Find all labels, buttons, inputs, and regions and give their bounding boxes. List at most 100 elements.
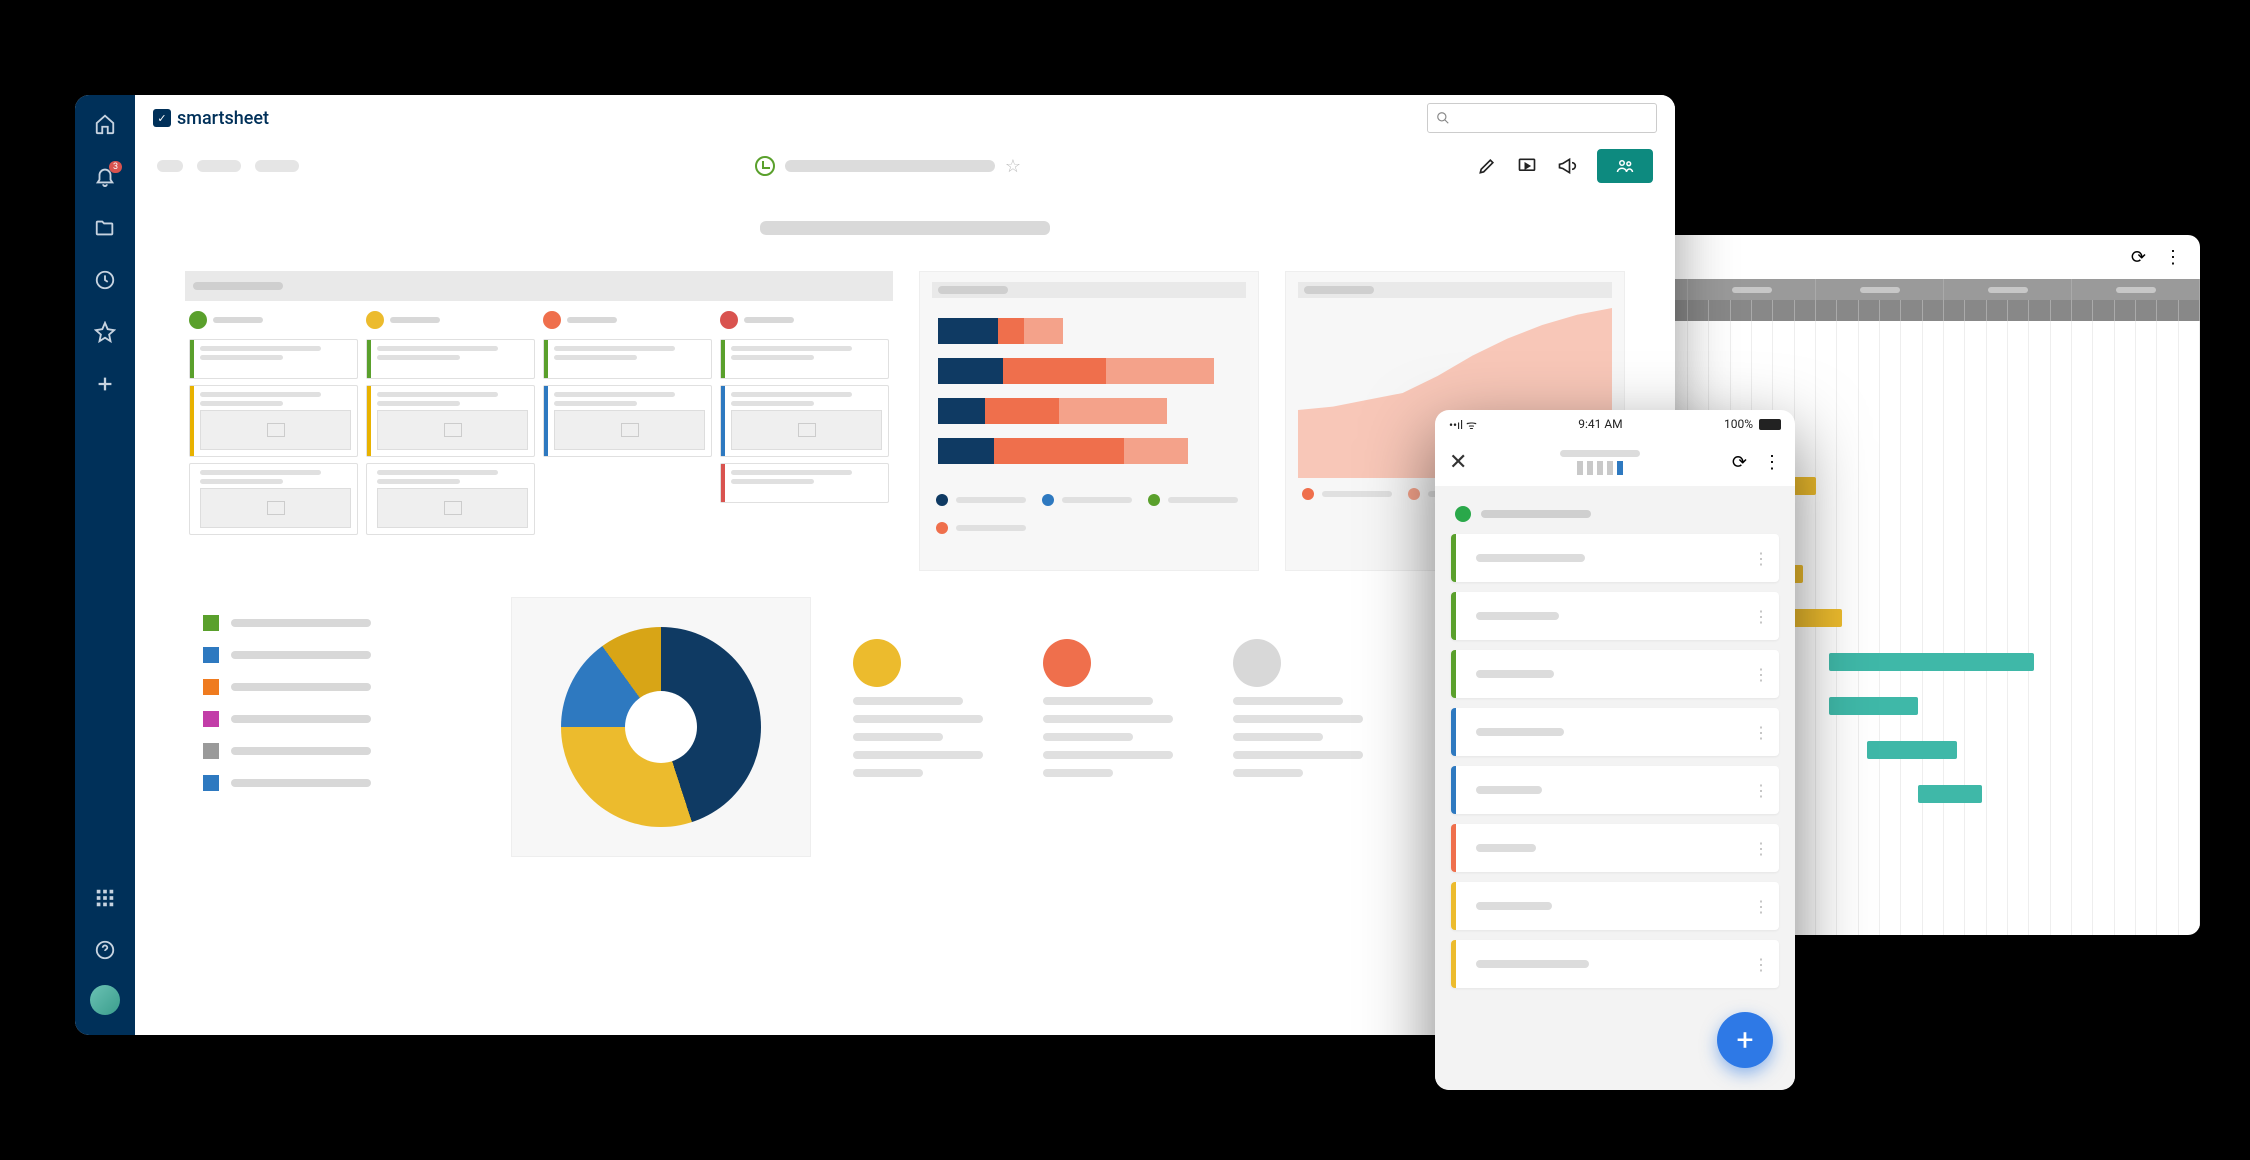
kanban-column[interactable]: [366, 311, 535, 535]
document-title-placeholder[interactable]: [785, 160, 995, 172]
present-icon[interactable]: [1517, 156, 1537, 176]
more-icon[interactable]: ⋮: [2164, 247, 2182, 268]
gantt-bar[interactable]: [1829, 697, 1919, 715]
search-icon: [1436, 111, 1450, 125]
announce-icon[interactable]: [1557, 156, 1577, 176]
mobile-parent-row[interactable]: [1451, 500, 1779, 534]
kanban-card[interactable]: [720, 385, 889, 457]
bar-chart-widget[interactable]: [919, 271, 1259, 571]
kanban-card[interactable]: [189, 463, 358, 535]
legend-item: [1148, 494, 1238, 506]
mobile-status-bar: ••ıl ᯤ 9:41 AM 100%: [1435, 410, 1795, 438]
row-more-icon[interactable]: ⋮: [1753, 665, 1769, 684]
row-more-icon[interactable]: ⋮: [1753, 781, 1769, 800]
kanban-card[interactable]: [366, 463, 535, 535]
share-people-icon: [1615, 157, 1635, 175]
breadcrumb[interactable]: [157, 160, 299, 172]
bar-row: [938, 398, 1240, 424]
kanban-card[interactable]: [543, 339, 712, 379]
fab-add-button[interactable]: +: [1717, 1012, 1773, 1068]
folder-icon[interactable]: [94, 217, 116, 243]
mobile-list-row[interactable]: ⋮: [1451, 940, 1779, 988]
recent-icon[interactable]: [94, 269, 116, 295]
battery-icon: [1759, 419, 1781, 430]
donut-chart-widget[interactable]: [511, 597, 811, 857]
share-button[interactable]: [1597, 149, 1653, 183]
kanban-card[interactable]: [189, 339, 358, 379]
kanban-card[interactable]: [720, 339, 889, 379]
kanban-column[interactable]: [189, 311, 358, 535]
document-title-area: ☆: [755, 156, 1021, 177]
edit-icon[interactable]: [1477, 156, 1497, 176]
user-avatar[interactable]: [90, 985, 120, 1015]
row-more-icon[interactable]: ⋮: [1753, 607, 1769, 626]
brand-logo-mark: [153, 109, 171, 127]
autosave-icon: [755, 156, 775, 176]
mobile-title-placeholder: [1560, 450, 1640, 457]
mobile-list-row[interactable]: ⋮: [1451, 592, 1779, 640]
person-avatar: [1043, 639, 1091, 687]
refresh-icon[interactable]: ⟳: [1732, 452, 1747, 473]
gantt-bar[interactable]: [1829, 653, 2034, 671]
kanban-card[interactable]: [720, 463, 889, 503]
kanban-card[interactable]: [366, 385, 535, 457]
more-icon[interactable]: ⋮: [1763, 452, 1781, 473]
refresh-icon[interactable]: ⟳: [2131, 247, 2146, 268]
mobile-list-row[interactable]: ⋮: [1451, 766, 1779, 814]
kanban-column[interactable]: [543, 311, 712, 535]
column-avatar: [720, 311, 738, 329]
signal-icon: ••ıl ᯤ: [1449, 416, 1477, 433]
kanban-card[interactable]: [366, 339, 535, 379]
mobile-list[interactable]: ⋮ ⋮ ⋮ ⋮ ⋮ ⋮ ⋮ ⋮: [1435, 486, 1795, 1090]
gantt-bar[interactable]: [1918, 785, 1982, 803]
left-sidebar: 3: [75, 95, 135, 1035]
home-icon[interactable]: [94, 113, 116, 139]
legend-item: [936, 494, 1026, 506]
legend-row[interactable]: [203, 711, 467, 727]
legend-row[interactable]: [203, 679, 467, 695]
kanban-column[interactable]: [720, 311, 889, 535]
search-input[interactable]: [1427, 103, 1657, 133]
mobile-list-row[interactable]: ⋮: [1451, 824, 1779, 872]
legend-item: [1042, 494, 1132, 506]
bar-row: [938, 318, 1240, 344]
mobile-window: ••ıl ᯤ 9:41 AM 100% ✕ ⟳ ⋮ ⋮ ⋮ ⋮ ⋮ ⋮ ⋮ ⋮ ⋮ +: [1435, 410, 1795, 1090]
kanban-widget[interactable]: [185, 271, 893, 571]
person-card[interactable]: [1233, 639, 1363, 777]
row-more-icon[interactable]: ⋮: [1753, 839, 1769, 858]
row-more-icon[interactable]: ⋮: [1753, 955, 1769, 974]
legend-row[interactable]: [203, 615, 467, 631]
kanban-card[interactable]: [543, 385, 712, 457]
mobile-list-row[interactable]: ⋮: [1451, 534, 1779, 582]
plus-icon[interactable]: [94, 373, 116, 399]
apps-grid-icon[interactable]: [94, 887, 116, 913]
bar-row: [938, 358, 1240, 384]
mobile-progress-indicator: [1577, 461, 1623, 475]
bar-row: [938, 438, 1240, 464]
bell-icon[interactable]: 3: [94, 165, 116, 191]
kanban-card[interactable]: [189, 385, 358, 457]
help-icon[interactable]: [94, 939, 116, 965]
star-icon[interactable]: [94, 321, 116, 347]
mobile-list-row[interactable]: ⋮: [1451, 650, 1779, 698]
row-more-icon[interactable]: ⋮: [1753, 723, 1769, 742]
close-icon[interactable]: ✕: [1449, 450, 1467, 475]
row-more-icon[interactable]: ⋮: [1753, 897, 1769, 916]
row-more-icon[interactable]: ⋮: [1753, 549, 1769, 568]
person-card[interactable]: [853, 639, 983, 777]
brand-name: smartsheet: [177, 108, 269, 129]
category-legend-widget[interactable]: [185, 597, 485, 857]
logo-bar: smartsheet: [135, 95, 1675, 141]
dashboard-title: [185, 221, 1625, 235]
gantt-bar[interactable]: [1867, 741, 1957, 759]
mobile-list-row[interactable]: ⋮: [1451, 708, 1779, 756]
legend-row[interactable]: [203, 647, 467, 663]
legend-row[interactable]: [203, 743, 467, 759]
mobile-list-row[interactable]: ⋮: [1451, 882, 1779, 930]
column-avatar: [543, 311, 561, 329]
legend-row[interactable]: [203, 775, 467, 791]
mobile-header: ✕ ⟳ ⋮: [1435, 438, 1795, 486]
favorite-star-icon[interactable]: ☆: [1005, 156, 1021, 177]
person-card[interactable]: [1043, 639, 1173, 777]
brand-logo[interactable]: smartsheet: [153, 108, 269, 129]
